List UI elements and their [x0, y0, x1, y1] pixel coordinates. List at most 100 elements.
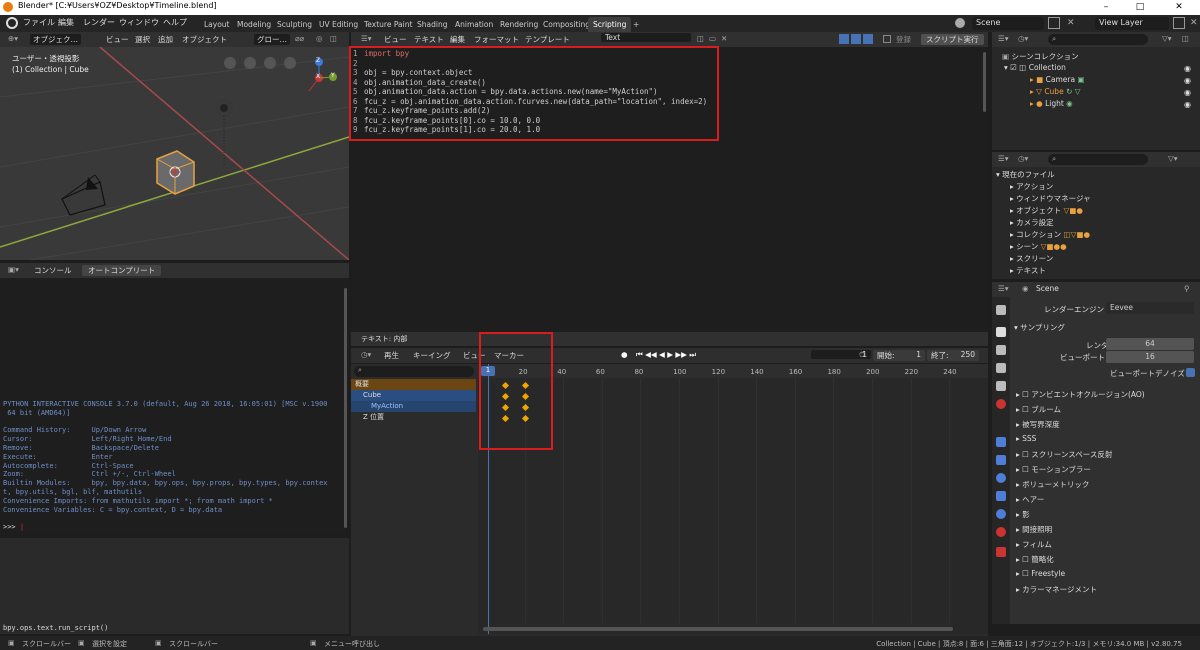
properties-editor[interactable]: レンダーエンジン Eevee ▾ サンプリング レンダー 64 ビューポート 1…	[1010, 297, 1200, 624]
channel-action[interactable]: MyAction	[351, 401, 476, 412]
tab-shading[interactable]: Shading	[412, 17, 452, 32]
word-wrap-toggle-icon[interactable]	[851, 34, 861, 44]
gizmo-axis-z[interactable]: Z	[316, 57, 320, 64]
add-workspace-button[interactable]: +	[628, 17, 644, 32]
particles-tab-icon[interactable]	[996, 455, 1006, 465]
display-mode-icon[interactable]: ◷▾	[1018, 34, 1028, 43]
new-text-icon[interactable]: ◫	[697, 34, 704, 43]
blender-menu-icon[interactable]	[6, 17, 18, 29]
tab-layout[interactable]: Layout	[199, 17, 235, 32]
python-console[interactable]: PYTHON INTERACTIVE CONSOLE 3.7.0 (defaul…	[0, 278, 349, 534]
transform-orientation-selector[interactable]: グロー…	[254, 34, 290, 45]
world-tab-icon[interactable]	[996, 399, 1006, 409]
camera-row[interactable]: ▸ ■ Camera ▣	[1030, 75, 1085, 84]
stopwatch-icon[interactable]: ⏱	[859, 350, 865, 360]
unlink-text-icon[interactable]: ✕	[721, 34, 727, 43]
text-menu-format[interactable]: フォーマット	[474, 34, 519, 45]
end-frame-field[interactable]: 終了: 250	[927, 350, 979, 361]
tab-rendering[interactable]: Rendering	[495, 17, 543, 32]
panel-row[interactable]: ▸ ☐ スクリーンスペース反射	[1016, 449, 1112, 460]
panel-row[interactable]: ▸ ☐ ブルーム	[1016, 404, 1061, 415]
overlay-icon[interactable]: ◫	[330, 34, 337, 43]
panel-row[interactable]: ▸ ☐ 簡略化	[1016, 554, 1054, 565]
autocomplete-tab[interactable]: オートコンプリート	[82, 265, 162, 276]
maximize-button[interactable]: □	[1124, 0, 1156, 15]
material-tab-icon[interactable]	[996, 527, 1006, 537]
datafile-item-action[interactable]: ▸ アクション	[1010, 181, 1053, 192]
register-checkbox[interactable]	[883, 35, 891, 43]
cube-row[interactable]: ▸ ▽ Cube ↻ ▽	[1030, 87, 1081, 96]
tab-uv-editing[interactable]: UV Editing	[314, 17, 363, 32]
timeline-scrollbar[interactable]	[483, 627, 953, 631]
text-datablock-selector[interactable]: Text	[601, 33, 691, 42]
tab-texture-paint[interactable]: Texture Paint	[359, 17, 417, 32]
collection-row[interactable]: ▾ ☑ ◫ Collection	[1004, 63, 1066, 72]
pin-icon[interactable]: ⚲	[1184, 284, 1190, 293]
render-samples-field[interactable]: 64	[1106, 338, 1194, 350]
object-data-tab-icon[interactable]	[996, 509, 1006, 519]
tab-animation[interactable]: Animation	[450, 17, 498, 32]
constraints-tab-icon[interactable]	[996, 491, 1006, 501]
datafile-item-screen[interactable]: ▸ スクリーン	[1010, 253, 1053, 264]
panel-row[interactable]: ▸ ☐ Freestyle	[1016, 569, 1065, 578]
gizmo-axis-x[interactable]: X	[316, 73, 320, 80]
open-text-icon[interactable]: ▭	[709, 34, 716, 43]
tab-sculpting[interactable]: Sculpting	[272, 17, 317, 32]
new-view-layer-icon[interactable]	[1173, 17, 1185, 29]
console-tab[interactable]: コンソール	[34, 265, 72, 276]
timeline-menu-playback[interactable]: 再生	[384, 350, 399, 361]
info-editor[interactable]: bpy.ops.text.run_script()	[0, 538, 349, 634]
timeline-editor[interactable]: ⌕ 概要 Cube MyAction Z 位置 20 40 60 80 100 120 14…	[351, 332, 988, 636]
timeline-menu-keying[interactable]: キーイング	[413, 350, 451, 361]
modifier-tab-icon[interactable]	[996, 437, 1006, 447]
view-layer-selector[interactable]: View Layer	[1095, 17, 1169, 30]
line-numbers-toggle-icon[interactable]	[839, 34, 849, 44]
scene-collection-row[interactable]: ▣ シーンコレクション	[1002, 51, 1079, 62]
text-menu-view[interactable]: ビュー	[384, 34, 407, 45]
datafile-item-window-manager[interactable]: ▸ ウィンドウマネージャ	[1010, 193, 1091, 204]
panel-row[interactable]: ▸ 被写界深度	[1016, 419, 1060, 430]
menu-help[interactable]: ヘルプ	[163, 17, 187, 28]
text-menu-text[interactable]: テキスト	[414, 34, 444, 45]
close-button[interactable]: ✕	[1163, 0, 1195, 15]
panel-expand-icon[interactable]: ▸ ☐	[1016, 555, 1031, 564]
panel-expand-icon[interactable]: ▸ ☐	[1016, 569, 1031, 578]
menu-edit[interactable]: 編集	[58, 17, 74, 28]
viewport-menu-add[interactable]: 追加	[158, 34, 173, 45]
panel-expand-icon[interactable]: ▸ ☐	[1016, 450, 1031, 459]
visibility-eye-icons[interactable]: ◉ ◉ ◉ ◉	[1184, 63, 1191, 111]
datafile-view[interactable]: ▾ 現在のファイル ▸ アクション ▸ ウィンドウマネージャ ▸ オブジェクト …	[992, 167, 1200, 279]
outliner[interactable]: ▣ シーンコレクション ▾ ☑ ◫ Collection ▸ ■ Camera …	[992, 47, 1200, 150]
record-icon[interactable]: ●	[621, 350, 628, 359]
editor-type-icon[interactable]: ⊕▾	[8, 34, 18, 43]
viewport-menu-object[interactable]: オブジェクト	[182, 34, 227, 45]
proportional-edit-icon[interactable]: ◎	[316, 34, 323, 43]
panel-expand-icon[interactable]: ▸ ☐	[1016, 390, 1031, 399]
new-collection-icon[interactable]: ◫	[1182, 34, 1189, 43]
console-prompt[interactable]: >>> |	[3, 523, 24, 531]
panel-row[interactable]: ▸ 影	[1016, 509, 1030, 520]
outliner-type-icon[interactable]: ☰▾	[998, 34, 1009, 43]
menu-file[interactable]: ファイル	[23, 17, 55, 28]
render-engine-selector[interactable]: Eevee	[1106, 302, 1194, 314]
text-editor[interactable]: 1 import bpy 2 3 obj = bpy.context.object 4 ob…	[349, 46, 988, 332]
light-row[interactable]: ▸ ● Light ◉	[1030, 99, 1073, 108]
panel-row[interactable]: ▸ ☐ モーションブラー	[1016, 464, 1091, 475]
datafile-item-collection[interactable]: ▸ コレクション ◫▽■●	[1010, 229, 1090, 240]
text-menu-edit[interactable]: 編集	[450, 34, 465, 45]
viewport-denoise-checkbox[interactable]	[1186, 368, 1195, 377]
panel-expand-icon[interactable]: ▸ ☐	[1016, 405, 1031, 414]
panel-row[interactable]: ▸ 間接照明	[1016, 524, 1052, 535]
timeline-editor-type-icon[interactable]: ◷▾	[361, 350, 371, 359]
text-editor-type-icon[interactable]: ☰▾	[361, 34, 372, 43]
datafile-type-icon[interactable]: ☰▾	[998, 154, 1009, 163]
panel-row[interactable]: ▸ ヘアー	[1016, 494, 1044, 505]
snap-icon[interactable]: ⌀⌀	[295, 34, 304, 43]
tool-tab-icon[interactable]	[996, 305, 1006, 315]
delete-scene-icon[interactable]: ✕	[1067, 18, 1075, 28]
timeline-grid[interactable]: 20 40 60 80 100 120 140 160 180 200 220 240 1	[478, 364, 988, 634]
3d-viewport[interactable]: ユーザー・透視投影 (1) Collection | Cube Z X Y	[0, 47, 349, 260]
start-frame-field[interactable]: 開始: 1	[873, 350, 925, 361]
zoom-icon[interactable]	[285, 57, 297, 69]
panel-row[interactable]: ▸ ボリューメトリック	[1016, 479, 1089, 490]
